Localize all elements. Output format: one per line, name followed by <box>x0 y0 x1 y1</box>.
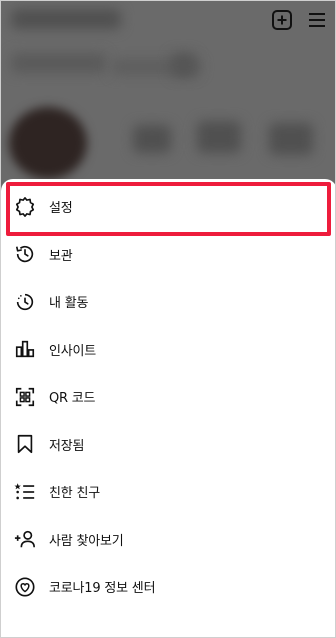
menu-item-archive[interactable]: 보관 <box>1 231 335 279</box>
menu-item-label: 내 활동 <box>49 296 89 312</box>
covid-info-icon <box>13 575 37 599</box>
menu-item-insights[interactable]: 인사이트 <box>1 326 335 374</box>
menu-item-label: 친한 친구 <box>49 486 100 502</box>
menu-item-label: 코로나19 정보 센터 <box>49 581 156 597</box>
menu-item-label: 저장됨 <box>49 438 85 454</box>
avatar <box>9 107 87 179</box>
options-menu: 설정 보관 내 활동 인사이트 QR 코드 저장됨 친한 친구 사람 찾아보기 … <box>1 183 335 611</box>
menu-item-discover-people[interactable]: 사람 찾아보기 <box>1 516 335 564</box>
settings-icon <box>13 195 37 219</box>
menu-item-settings[interactable]: 설정 <box>1 183 335 231</box>
menu-item-covid-info-center[interactable]: 코로나19 정보 센터 <box>1 563 335 611</box>
menu-item-your-activity[interactable]: 내 활동 <box>1 278 335 326</box>
menu-item-label: 설정 <box>49 201 73 217</box>
archive-icon <box>13 242 37 266</box>
menu-item-label: 사람 찾아보기 <box>49 533 124 549</box>
insights-icon <box>13 337 37 361</box>
options-sheet: 설정 보관 내 활동 인사이트 QR 코드 저장됨 친한 친구 사람 찾아보기 … <box>1 179 335 637</box>
bookmark-icon <box>13 432 37 456</box>
activity-icon <box>13 290 37 314</box>
menu-item-label: QR 코드 <box>49 391 96 407</box>
menu-item-saved[interactable]: 저장됨 <box>1 421 335 469</box>
menu-item-label: 인사이트 <box>49 343 97 359</box>
menu-item-qr-code[interactable]: QR 코드 <box>1 373 335 421</box>
discover-people-icon <box>13 527 37 551</box>
add-post-icon[interactable] <box>271 9 293 31</box>
profile-backdrop[interactable] <box>1 1 335 191</box>
menu-item-label: 보관 <box>49 248 73 264</box>
hamburger-menu-icon[interactable] <box>307 11 327 29</box>
close-friends-icon <box>13 480 37 504</box>
screen: 설정 보관 내 활동 인사이트 QR 코드 저장됨 친한 친구 사람 찾아보기 … <box>0 0 336 638</box>
menu-item-close-friends[interactable]: 친한 친구 <box>1 468 335 516</box>
qr-code-icon <box>13 385 37 409</box>
